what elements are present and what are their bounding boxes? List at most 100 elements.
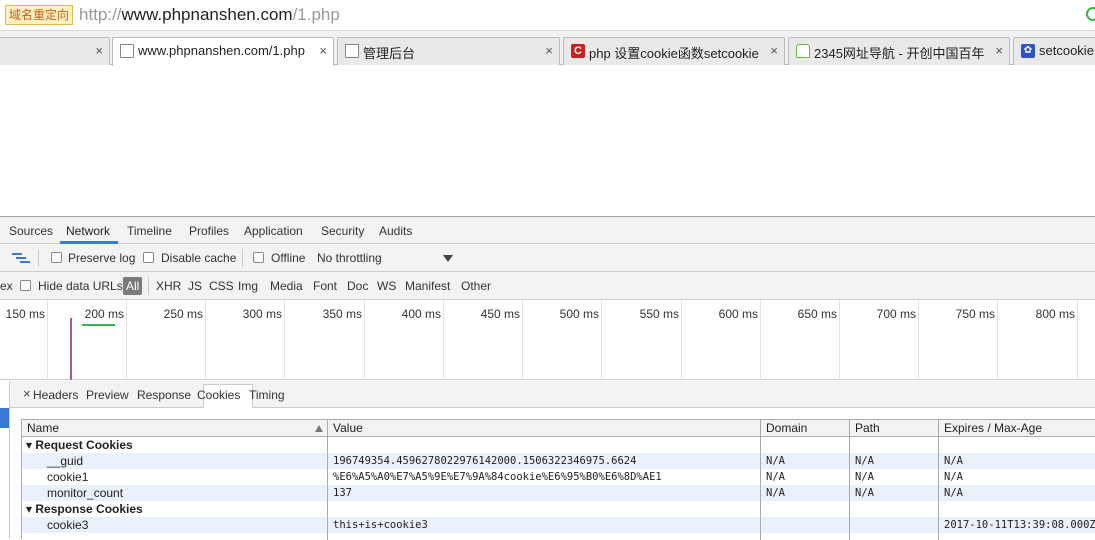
column-divider[interactable] (849, 420, 850, 540)
request-timing-bar (82, 324, 115, 326)
tab-cookies[interactable]: Cookies (197, 388, 240, 402)
waterfall-toggle-icon[interactable] (12, 252, 30, 264)
filter-all[interactable]: All (123, 277, 143, 295)
table-row[interactable]: monitor_count 137 N/A N/A N/A (22, 485, 1095, 501)
column-header-expires[interactable]: Expires / Max-Age (939, 420, 1095, 437)
timeline-tick-label: 550 ms (639, 307, 679, 321)
tab-response[interactable]: Response (137, 388, 191, 402)
table-row[interactable]: cookie1 %E6%A5%A0%E7%A5%9E%E7%9A%84cooki… (22, 469, 1095, 485)
toolbar-divider (38, 249, 39, 267)
cookie-domain: N/A (766, 471, 785, 483)
url-path: /1.php (292, 5, 340, 24)
browser-tab-5[interactable]: ✿ setcookie (1013, 37, 1095, 65)
filter-manifest[interactable]: Manifest (405, 279, 450, 293)
tab-headers[interactable]: Headers (33, 388, 78, 402)
timeline-gridline (918, 300, 919, 380)
cookie-group-row[interactable]: ▾ Response Cookies (22, 501, 1095, 517)
load-event-marker (70, 318, 72, 380)
filter-media[interactable]: Media (270, 279, 303, 293)
cookie-name: cookie3 (47, 518, 89, 532)
request-detail-pane: × Headers Preview Response Cookies Timin… (0, 381, 1095, 540)
chevron-down-icon[interactable] (443, 255, 453, 263)
regex-label: ex (0, 279, 13, 293)
column-label: Path (855, 421, 880, 435)
filter-js[interactable]: JS (188, 279, 202, 293)
browser-tab-3[interactable]: C php 设置cookie函数setcookie × (563, 37, 785, 65)
domain-redirect-badge[interactable]: 域名重定向 (5, 5, 74, 25)
timeline-tick-label: 150 ms (5, 307, 45, 321)
request-detail-tabs: × Headers Preview Response Cookies Timin… (10, 381, 1095, 408)
url-prefix: http:// (79, 5, 122, 24)
request-cookies-group: ▾ Request Cookies (26, 438, 133, 452)
tab-timing[interactable]: Timing (249, 388, 285, 402)
tab-close-icon[interactable]: × (545, 43, 553, 58)
tab-preview[interactable]: Preview (86, 388, 129, 402)
throttling-select[interactable]: No throttling (317, 251, 382, 265)
filter-doc[interactable]: Doc (347, 279, 368, 293)
offline-checkbox[interactable] (253, 252, 264, 263)
browser-tab-2[interactable]: 管理后台 × (337, 37, 560, 65)
filter-css[interactable]: CSS (209, 279, 234, 293)
timeline-gridline (443, 300, 444, 380)
tab-application[interactable]: Application (244, 224, 303, 238)
column-header-value[interactable]: Value (328, 420, 761, 437)
filter-ws[interactable]: WS (377, 279, 396, 293)
disable-cache-label: Disable cache (161, 251, 237, 265)
url-host: www.phpnanshen.com (121, 5, 293, 24)
column-header-name[interactable]: Name (22, 420, 328, 437)
close-icon[interactable]: × (23, 386, 31, 401)
cookie-path: N/A (855, 455, 874, 467)
selected-request-indicator (0, 408, 9, 428)
refresh-icon[interactable] (1086, 7, 1095, 21)
column-divider[interactable] (938, 420, 939, 540)
tab-close-icon[interactable]: × (770, 43, 778, 58)
sort-ascending-icon (315, 425, 323, 432)
timeline-gridline (601, 300, 602, 380)
cookie-group-row[interactable]: ▾ Request Cookies (22, 437, 1095, 453)
cookie-domain: N/A (766, 487, 785, 499)
preserve-log-checkbox[interactable] (51, 252, 62, 263)
doc-icon (120, 44, 134, 58)
tab-close-icon[interactable]: × (95, 43, 103, 58)
filter-xhr[interactable]: XHR (156, 279, 181, 293)
browser-tab-4[interactable]: 2345网址导航 - 开创中国百年品 × (788, 37, 1010, 65)
browser-tab-strip: × www.phpnanshen.com/1.php × 管理后台 × C ph… (0, 31, 1095, 66)
network-overview-timeline[interactable]: 150 ms 200 ms 250 ms 300 ms 350 ms 400 m… (0, 300, 1095, 380)
browser-tab-1[interactable]: www.phpnanshen.com/1.php × (112, 37, 334, 66)
browser-tab-0[interactable]: × (0, 37, 110, 65)
cookie-expires: N/A (944, 487, 963, 499)
column-divider[interactable] (327, 420, 328, 540)
tab-profiles[interactable]: Profiles (189, 224, 229, 238)
tab-timeline[interactable]: Timeline (127, 224, 172, 238)
disable-cache-checkbox[interactable] (143, 252, 154, 263)
devtools-panel: Sources Network Timeline Profiles Applic… (0, 216, 1095, 540)
timeline-gridline (47, 300, 48, 380)
filter-font[interactable]: Font (313, 279, 337, 293)
address-bar: 域名重定向 http://www.phpnanshen.com/1.php (0, 0, 1095, 31)
timeline-gridline (522, 300, 523, 380)
table-row[interactable]: cookie3 this+is+cookie3 2017-10-11T13:39… (22, 517, 1095, 533)
tab-network[interactable]: Network (66, 224, 110, 238)
url-field[interactable]: http://www.phpnanshen.com/1.php (79, 5, 340, 25)
column-divider[interactable] (760, 420, 761, 540)
table-row[interactable]: __guid 196749354.4596278022976142000.150… (22, 453, 1095, 469)
page-viewport (0, 66, 1095, 216)
cookie-path: N/A (855, 487, 874, 499)
cookie-name: cookie1 (47, 470, 89, 484)
tab-close-icon[interactable]: × (319, 43, 327, 58)
timeline-tick-label: 750 ms (955, 307, 995, 321)
column-header-domain[interactable]: Domain (761, 420, 850, 437)
tab-sources[interactable]: Sources (9, 224, 53, 238)
column-label: Name (27, 421, 60, 435)
tab-audits[interactable]: Audits (379, 224, 412, 238)
column-label: Domain (766, 421, 808, 435)
hide-data-urls-checkbox[interactable] (20, 280, 31, 291)
column-header-path[interactable]: Path (850, 420, 939, 437)
timeline-tick-label: 650 ms (797, 307, 837, 321)
tab-security[interactable]: Security (321, 224, 364, 238)
column-label: Expires / Max-Age (944, 421, 1043, 435)
filter-img[interactable]: Img (238, 279, 258, 293)
tab-close-icon[interactable]: × (995, 43, 1003, 58)
cookie-table: Name Value Domain Path Expires / Max-Age… (21, 419, 1095, 540)
filter-other[interactable]: Other (461, 279, 491, 293)
